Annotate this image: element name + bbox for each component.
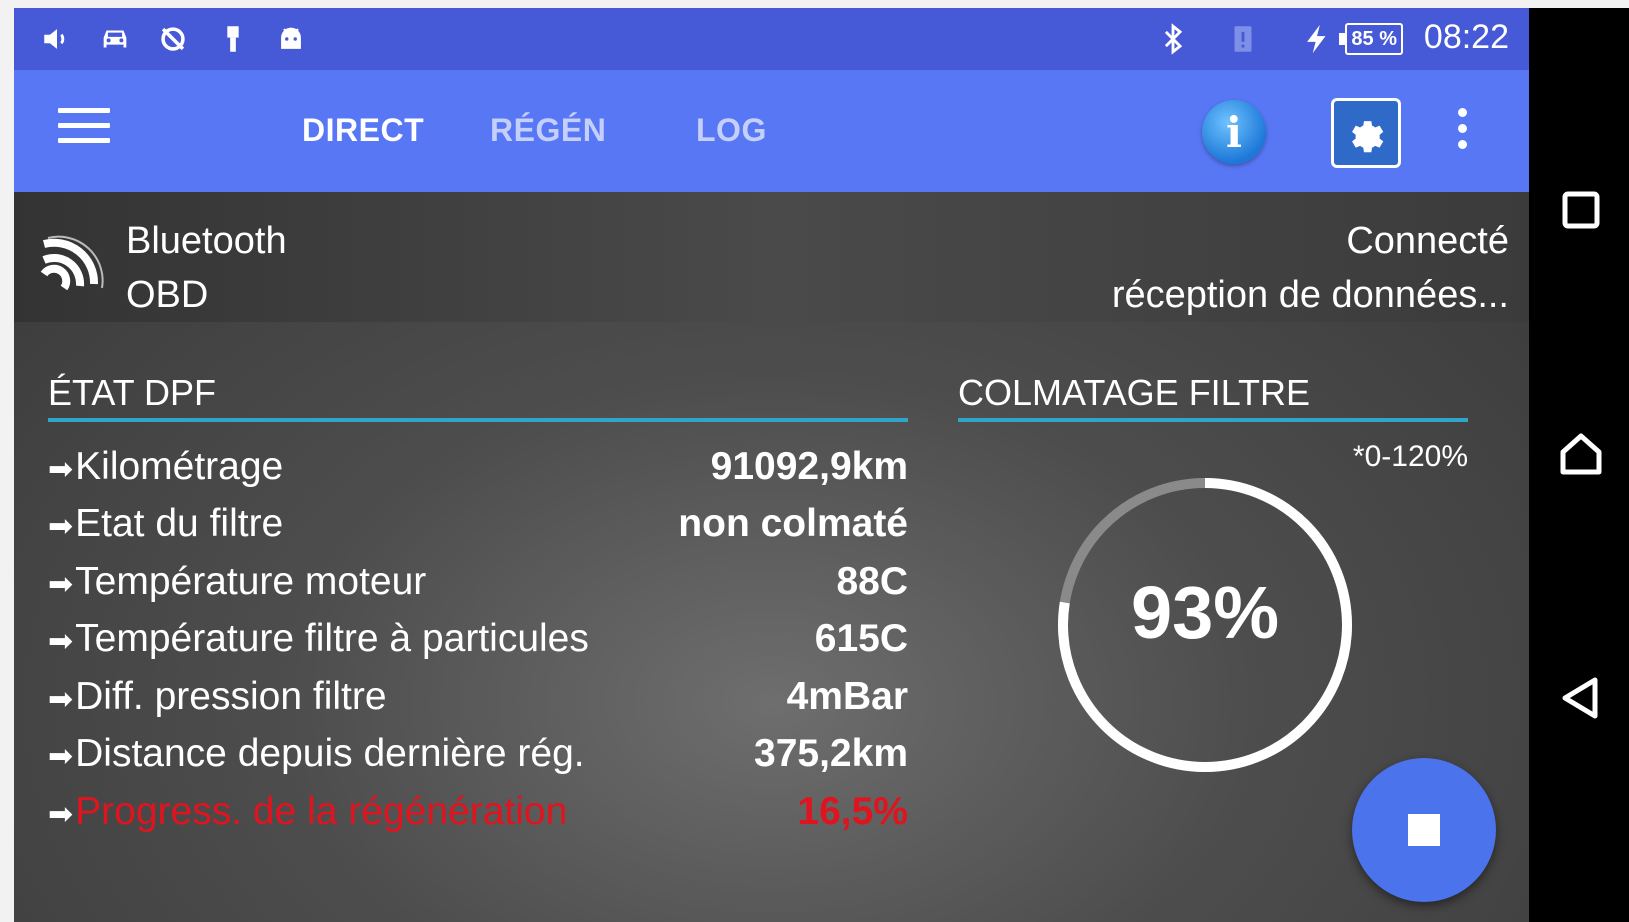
list-item: ➡Température moteur 88C: [48, 553, 908, 611]
tab-regen[interactable]: RÉGÉN: [490, 112, 606, 149]
alert-icon: [1224, 20, 1262, 58]
clogging-section-title: COLMATAGE FILTRE: [958, 372, 1468, 422]
arrow-right-icon: ➡: [48, 797, 74, 831]
app-toolbar: DIRECT RÉGÉN LOG i: [14, 70, 1529, 192]
row-value: 91092,9km: [710, 444, 908, 488]
charging-icon: [1298, 20, 1336, 58]
sync-off-icon: [154, 20, 192, 58]
arrow-right-icon: ➡: [48, 452, 74, 486]
connection-type-line2: OBD: [126, 274, 209, 316]
row-label: Diff. pression filtre: [75, 674, 387, 718]
volume-icon: [38, 20, 76, 58]
clock: 08:22: [1423, 18, 1509, 56]
stop-icon: [1408, 814, 1440, 846]
car-icon: [96, 20, 134, 58]
row-value: 4mBar: [786, 674, 908, 718]
signal-icon: [40, 235, 104, 291]
menu-icon[interactable]: [58, 108, 110, 152]
battery-indicator: 85 %: [1339, 23, 1403, 55]
usb-icon: [214, 20, 252, 58]
row-label: Distance depuis dernière rég.: [75, 732, 585, 776]
row-value: non colmaté: [678, 502, 908, 546]
row-value: 88C: [836, 559, 908, 603]
dpf-list: ➡Kilométrage 91092,9km ➡Etat du filtre n…: [48, 438, 908, 841]
device-frame: 85 % 08:22 DIRECT RÉGÉN LOG i Bluetooth …: [14, 8, 1629, 922]
home-icon[interactable]: [1557, 430, 1605, 478]
arrow-right-icon: ➡: [48, 682, 74, 716]
arrow-right-icon: ➡: [48, 567, 74, 601]
back-icon[interactable]: [1557, 674, 1605, 722]
dpf-section-title: ÉTAT DPF: [48, 372, 908, 422]
list-item: ➡Diff. pression filtre 4mBar: [48, 668, 908, 726]
more-options-icon[interactable]: [1454, 108, 1470, 156]
connection-status-line2: réception de données...: [1111, 274, 1509, 316]
status-bar: 85 % 08:22: [14, 8, 1529, 70]
arrow-right-icon: ➡: [48, 740, 74, 774]
connection-status-line1: Connecté: [1346, 220, 1509, 262]
arrow-right-icon: ➡: [48, 625, 74, 659]
row-value: 16,5%: [797, 789, 908, 833]
range-note: *0-120%: [1352, 440, 1468, 473]
connection-bar: Bluetooth OBD Connecté réception de donn…: [14, 192, 1529, 322]
arrow-right-icon: ➡: [48, 510, 74, 544]
recents-icon[interactable]: [1557, 186, 1605, 234]
row-label: Température filtre à particules: [75, 617, 589, 661]
list-item-warning: ➡Progress. de la régénération 16,5%: [48, 783, 908, 841]
row-label: Progress. de la régénération: [75, 789, 568, 833]
bluetooth-icon: [1154, 20, 1192, 58]
list-item: ➡Distance depuis dernière rég. 375,2km: [48, 726, 908, 784]
row-value: 615C: [814, 617, 908, 661]
android-icon: [272, 20, 310, 58]
row-label: Kilométrage: [75, 444, 284, 488]
system-nav-bar: [1529, 8, 1629, 922]
main-content: Bluetooth OBD Connecté réception de donn…: [14, 192, 1529, 922]
info-icon[interactable]: i: [1202, 100, 1266, 164]
row-label: Température moteur: [75, 559, 427, 603]
clogging-value: 93%: [1130, 571, 1280, 654]
app-screen: 85 % 08:22 DIRECT RÉGÉN LOG i Bluetooth …: [14, 8, 1529, 922]
list-item: ➡Température filtre à particules 615C: [48, 611, 908, 669]
tab-direct[interactable]: DIRECT: [302, 112, 424, 149]
list-item: ➡Kilométrage 91092,9km: [48, 438, 908, 496]
tab-log[interactable]: LOG: [696, 112, 767, 149]
connection-status: Connecté réception de données...: [1112, 214, 1509, 322]
connection-type: Bluetooth OBD: [126, 214, 287, 322]
connection-type-line1: Bluetooth: [126, 220, 287, 262]
stop-button[interactable]: [1352, 758, 1496, 902]
settings-gear-icon[interactable]: [1331, 98, 1401, 168]
row-label: Etat du filtre: [75, 502, 284, 546]
list-item: ➡Etat du filtre non colmaté: [48, 496, 908, 554]
row-value: 375,2km: [754, 732, 908, 776]
